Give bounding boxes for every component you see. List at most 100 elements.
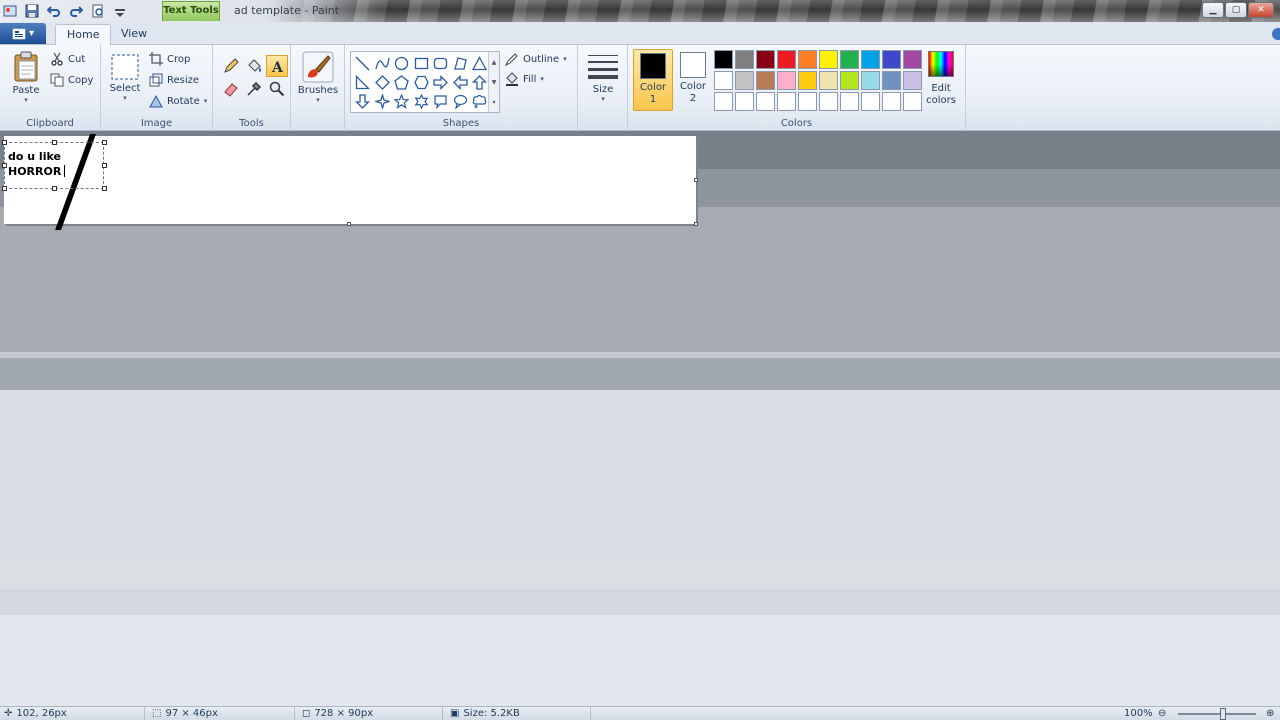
- shape-six-point-star[interactable]: [412, 92, 432, 111]
- shapes-scrollbar[interactable]: ▲ ▼ ▾: [488, 52, 499, 112]
- canvas-resize-handle-corner[interactable]: [694, 222, 698, 226]
- help-icon[interactable]: [1272, 28, 1280, 40]
- palette-swatch[interactable]: [798, 71, 817, 90]
- close-button[interactable]: ✕: [1248, 2, 1274, 18]
- textbox-handle[interactable]: [2, 163, 7, 168]
- resize-button[interactable]: Resize: [149, 71, 199, 89]
- shape-left-arrow[interactable]: [451, 73, 471, 92]
- shape-oval-callout[interactable]: [451, 92, 471, 111]
- palette-swatch[interactable]: [735, 92, 754, 111]
- palette-swatch[interactable]: [756, 71, 775, 90]
- paste-button[interactable]: Paste ▾: [8, 51, 44, 104]
- shape-rectangle[interactable]: [412, 54, 432, 73]
- palette-swatch[interactable]: [882, 92, 901, 111]
- shape-triangle[interactable]: [470, 54, 490, 73]
- palette-swatch[interactable]: [798, 92, 817, 111]
- palette-swatch[interactable]: [756, 92, 775, 111]
- text-tools-context-tab[interactable]: Text Tools: [162, 1, 220, 21]
- maximize-button[interactable]: ▢: [1225, 2, 1247, 18]
- outline-button[interactable]: Outline ▾: [505, 50, 567, 68]
- shape-pentagon[interactable]: [392, 73, 412, 92]
- copy-button[interactable]: Copy: [50, 71, 93, 89]
- shape-down-arrow[interactable]: [353, 92, 373, 111]
- select-button[interactable]: Select ▾: [107, 53, 143, 102]
- scroll-up-icon[interactable]: ▲: [492, 59, 497, 66]
- tab-home[interactable]: Home: [55, 24, 112, 46]
- palette-swatch[interactable]: [798, 50, 817, 69]
- palette-swatch[interactable]: [819, 92, 838, 111]
- shape-diamond[interactable]: [373, 73, 393, 92]
- palette-swatch[interactable]: [882, 71, 901, 90]
- text-box[interactable]: do u like HORROR: [2, 140, 107, 191]
- pencil-tool[interactable]: [220, 55, 242, 77]
- undo-icon[interactable]: [44, 2, 64, 20]
- cut-button[interactable]: Cut: [50, 50, 85, 68]
- canvas-resize-handle-bottom[interactable]: [347, 222, 351, 226]
- zoom-slider-thumb[interactable]: [1220, 708, 1226, 720]
- shape-right-triangle[interactable]: [353, 73, 373, 92]
- eraser-tool[interactable]: [220, 78, 242, 100]
- palette-swatch[interactable]: [777, 92, 796, 111]
- palette-swatch[interactable]: [903, 92, 922, 111]
- edit-colors-button[interactable]: Edit colors: [922, 51, 960, 107]
- palette-swatch[interactable]: [903, 50, 922, 69]
- color-picker-tool[interactable]: [243, 78, 265, 100]
- textbox-handle[interactable]: [52, 140, 57, 145]
- color2-button[interactable]: Color 2: [673, 49, 713, 111]
- tab-view[interactable]: View: [110, 24, 158, 46]
- palette-swatch[interactable]: [861, 50, 880, 69]
- save-icon[interactable]: [22, 2, 42, 20]
- textbox-handle[interactable]: [2, 140, 7, 145]
- textbox-handle[interactable]: [102, 186, 107, 191]
- palette-swatch[interactable]: [840, 71, 859, 90]
- shape-cloud-callout[interactable]: [470, 92, 490, 111]
- brushes-button[interactable]: Brushes ▾: [298, 51, 338, 104]
- color1-button[interactable]: Color 1: [633, 49, 673, 111]
- magnifier-tool[interactable]: [266, 78, 288, 100]
- fill-tool[interactable]: [243, 55, 265, 77]
- palette-swatch[interactable]: [735, 50, 754, 69]
- zoom-slider[interactable]: [1178, 713, 1256, 715]
- palette-swatch[interactable]: [714, 71, 733, 90]
- fill-button[interactable]: Fill ▾: [505, 70, 544, 88]
- palette-swatch[interactable]: [777, 50, 796, 69]
- canvas-resize-handle-right[interactable]: [694, 178, 698, 182]
- drawing-canvas[interactable]: do u like HORROR: [2, 134, 696, 230]
- shape-up-arrow[interactable]: [470, 73, 490, 92]
- shape-polygon[interactable]: [451, 54, 471, 73]
- palette-swatch[interactable]: [882, 50, 901, 69]
- textbox-handle[interactable]: [102, 140, 107, 145]
- palette-swatch[interactable]: [861, 92, 880, 111]
- minimize-button[interactable]: ▁: [1202, 2, 1224, 18]
- paint-menu-button[interactable]: ▾: [0, 23, 46, 44]
- shape-five-point-star[interactable]: [392, 92, 412, 111]
- gallery-expand-icon[interactable]: ▾: [492, 99, 495, 106]
- rotate-button[interactable]: Rotate ▾: [149, 92, 207, 110]
- palette-swatch[interactable]: [861, 71, 880, 90]
- textbox-handle[interactable]: [2, 186, 7, 191]
- size-button[interactable]: Size ▾: [586, 51, 620, 103]
- shape-curve[interactable]: [373, 54, 393, 73]
- shape-rounded-callout[interactable]: [431, 92, 451, 111]
- customize-toolbar-icon[interactable]: [110, 2, 130, 20]
- zoom-out-icon[interactable]: ⊖: [1158, 708, 1166, 719]
- textbox-handle[interactable]: [52, 186, 57, 191]
- palette-swatch[interactable]: [756, 50, 775, 69]
- palette-swatch[interactable]: [840, 92, 859, 111]
- crop-button[interactable]: Crop: [149, 50, 190, 68]
- shape-four-point-star[interactable]: [373, 92, 393, 111]
- shape-rounded-rectangle[interactable]: [431, 54, 451, 73]
- palette-swatch[interactable]: [819, 50, 838, 69]
- palette-swatch[interactable]: [903, 71, 922, 90]
- textbox-handle[interactable]: [102, 163, 107, 168]
- palette-swatch[interactable]: [714, 92, 733, 111]
- palette-swatch[interactable]: [714, 50, 733, 69]
- scroll-down-icon[interactable]: ▼: [492, 79, 497, 86]
- shape-hexagon[interactable]: [412, 73, 432, 92]
- palette-swatch[interactable]: [819, 71, 838, 90]
- paint-app-icon[interactable]: [0, 2, 20, 20]
- palette-swatch[interactable]: [840, 50, 859, 69]
- palette-swatch[interactable]: [777, 71, 796, 90]
- redo-icon[interactable]: [66, 2, 86, 20]
- print-preview-icon[interactable]: [88, 2, 108, 20]
